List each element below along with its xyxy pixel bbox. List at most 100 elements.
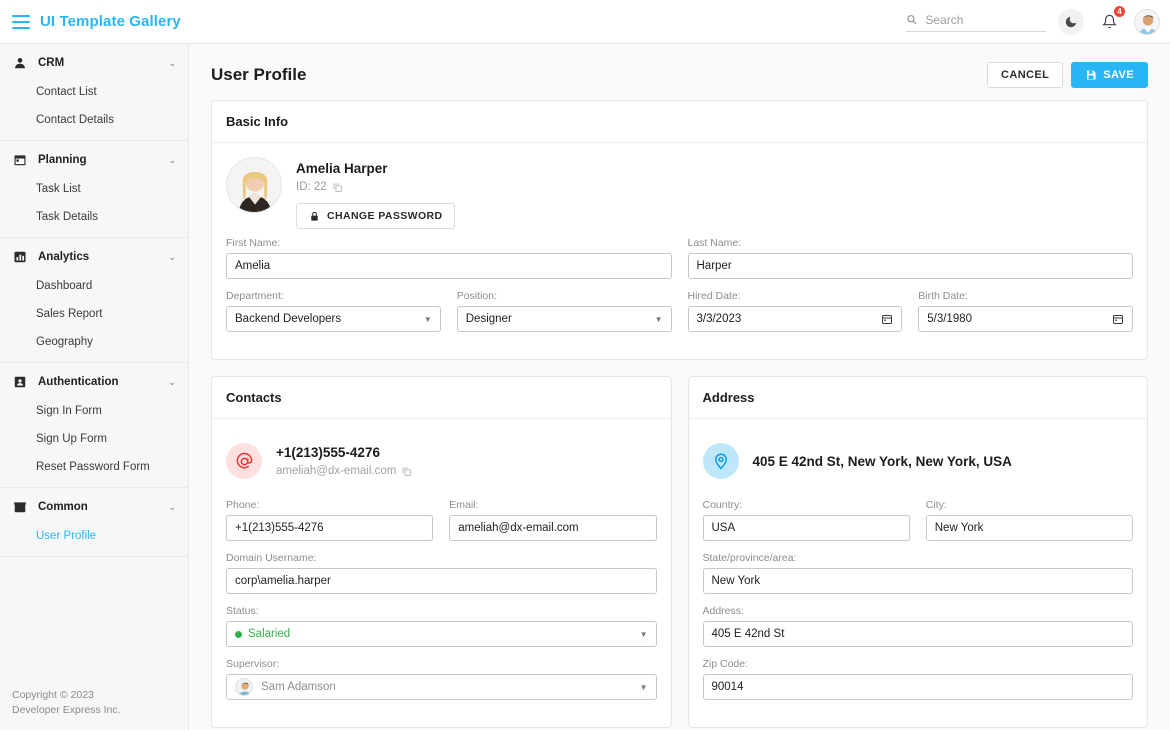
address-line-input[interactable]: 405 E 42nd St bbox=[703, 621, 1134, 647]
sidebar-item-task-list[interactable]: Task List bbox=[0, 175, 188, 203]
supervisor-field: Supervisor: bbox=[226, 658, 657, 700]
calendar-icon[interactable] bbox=[881, 313, 893, 325]
last-name-input[interactable]: Harper bbox=[688, 253, 1134, 279]
sidebar-item-geography[interactable]: Geography bbox=[0, 328, 188, 356]
zip-field: Zip Code: 90014 bbox=[703, 658, 1134, 700]
domain-username-field: Domain Username: corp\amelia.harper bbox=[226, 552, 657, 594]
sidebar-group-common: Common⌄User Profile bbox=[0, 488, 188, 557]
save-button[interactable]: SAVE bbox=[1071, 62, 1148, 88]
change-password-label: CHANGE PASSWORD bbox=[327, 210, 442, 222]
sidebar-group-authentication: Authentication⌄Sign In FormSign Up FormR… bbox=[0, 363, 188, 488]
sidebar-group-label: Authentication bbox=[38, 376, 168, 388]
sidebar-item-sales-report[interactable]: Sales Report bbox=[0, 300, 188, 328]
header-avatar[interactable] bbox=[1134, 9, 1160, 35]
calendar-icon[interactable] bbox=[1112, 313, 1124, 325]
change-password-button[interactable]: CHANGE PASSWORD bbox=[296, 203, 455, 229]
supervisor-select[interactable]: Sam Adamson ▼ bbox=[226, 674, 657, 700]
copyright-line-2: Developer Express Inc. bbox=[12, 703, 121, 718]
bar-chart-icon bbox=[12, 249, 28, 265]
position-select[interactable]: Designer ▼ bbox=[457, 306, 672, 332]
address-body: 405 E 42nd St, New York, New York, USA C… bbox=[689, 419, 1148, 727]
sidebar-item-contact-list[interactable]: Contact List bbox=[0, 78, 188, 106]
chevron-down-icon: ▼ bbox=[655, 315, 663, 324]
bottom-cards-row: Contacts +1(213)555-4276 amelia bbox=[211, 376, 1148, 730]
birth-date-field: Birth Date: 5/3/1980 bbox=[918, 290, 1133, 332]
profile-name: Amelia Harper bbox=[296, 161, 455, 176]
hired-date-input[interactable]: 3/3/2023 bbox=[688, 306, 903, 332]
cards-container: Basic Info Amelia Harp bbox=[189, 100, 1170, 730]
floppy-disk-icon bbox=[1085, 69, 1097, 81]
search-box[interactable] bbox=[906, 12, 1046, 32]
header-actions: 4 bbox=[906, 9, 1170, 35]
calendar-icon bbox=[12, 152, 28, 168]
chevron-down-icon[interactable]: ⌄ bbox=[168, 377, 176, 388]
notifications-button[interactable]: 4 bbox=[1096, 9, 1122, 35]
sidebar-group-planning: Planning⌄Task ListTask Details bbox=[0, 141, 188, 238]
sidebar-item-sign-in-form[interactable]: Sign In Form bbox=[0, 397, 188, 425]
basic-info-card: Basic Info Amelia Harp bbox=[211, 100, 1148, 360]
basic-info-body: Amelia Harper ID: 22 bbox=[212, 143, 1147, 359]
phone-label: Phone: bbox=[226, 499, 433, 511]
sidebar-item-dashboard[interactable]: Dashboard bbox=[0, 272, 188, 300]
phone-input[interactable]: +1(213)555-4276 bbox=[226, 515, 433, 541]
department-select[interactable]: Backend Developers ▼ bbox=[226, 306, 441, 332]
copy-icon[interactable] bbox=[332, 182, 343, 193]
domain-username-label: Domain Username: bbox=[226, 552, 657, 564]
department-field: Department: Backend Developers ▼ bbox=[226, 290, 441, 332]
copy-icon[interactable] bbox=[401, 466, 412, 477]
search-input[interactable] bbox=[923, 12, 1046, 28]
first-name-input[interactable]: Amelia bbox=[226, 253, 672, 279]
cancel-button[interactable]: CANCEL bbox=[987, 62, 1063, 88]
search-icon bbox=[906, 13, 917, 26]
country-input[interactable]: USA bbox=[703, 515, 910, 541]
box-icon bbox=[12, 499, 28, 515]
country-label: Country: bbox=[703, 499, 910, 511]
sidebar-item-task-details[interactable]: Task Details bbox=[0, 203, 188, 231]
chevron-down-icon[interactable]: ⌄ bbox=[168, 155, 176, 166]
job-fields-row: Department: Backend Developers ▼ Positio… bbox=[226, 290, 1133, 343]
first-name-label: First Name: bbox=[226, 237, 672, 249]
avatar-image bbox=[1135, 10, 1160, 35]
hamburger-icon[interactable] bbox=[12, 15, 30, 29]
status-select[interactable]: Salaried ▼ bbox=[226, 621, 657, 647]
hired-date-field: Hired Date: 3/3/2023 bbox=[688, 290, 903, 332]
identity-text: Amelia Harper ID: 22 bbox=[296, 157, 455, 229]
lock-icon bbox=[309, 211, 320, 222]
sidebar-group-header-authentication[interactable]: Authentication⌄ bbox=[0, 367, 188, 397]
zip-input[interactable]: 90014 bbox=[703, 674, 1134, 700]
chevron-down-icon: ▼ bbox=[640, 630, 648, 639]
profile-avatar-image bbox=[227, 158, 282, 213]
map-pin-icon bbox=[712, 452, 730, 470]
sidebar-group-header-common[interactable]: Common⌄ bbox=[0, 492, 188, 522]
dark-mode-toggle[interactable] bbox=[1058, 9, 1084, 35]
sidebar-item-user-profile[interactable]: User Profile bbox=[0, 522, 188, 550]
profile-avatar[interactable] bbox=[226, 157, 282, 213]
email-input[interactable]: ameliah@dx-email.com bbox=[449, 515, 656, 541]
hired-date-value: 3/3/2023 bbox=[697, 313, 742, 325]
sidebar-item-reset-password-form[interactable]: Reset Password Form bbox=[0, 453, 188, 481]
sidebar-item-contact-details[interactable]: Contact Details bbox=[0, 106, 188, 134]
birth-date-input[interactable]: 5/3/1980 bbox=[918, 306, 1133, 332]
chevron-down-icon[interactable]: ⌄ bbox=[168, 58, 176, 69]
profile-id-text: ID: 22 bbox=[296, 181, 327, 193]
contacts-body: +1(213)555-4276 ameliah@dx-email.com bbox=[212, 419, 671, 727]
sidebar-item-sign-up-form[interactable]: Sign Up Form bbox=[0, 425, 188, 453]
sidebar-group-header-planning[interactable]: Planning⌄ bbox=[0, 145, 188, 175]
domain-username-input[interactable]: corp\amelia.harper bbox=[226, 568, 657, 594]
copyright-line-1: Copyright © 2023 bbox=[12, 688, 121, 703]
city-input[interactable]: New York bbox=[926, 515, 1133, 541]
save-button-label: SAVE bbox=[1103, 69, 1134, 81]
sidebar-group-header-analytics[interactable]: Analytics⌄ bbox=[0, 242, 188, 272]
moon-icon bbox=[1064, 15, 1078, 29]
chevron-down-icon[interactable]: ⌄ bbox=[168, 502, 176, 513]
email-field: Email: ameliah@dx-email.com bbox=[449, 499, 656, 541]
sidebar: CRM⌄Contact ListContact Details Planning⌄… bbox=[0, 44, 189, 730]
sidebar-group-header-crm[interactable]: CRM⌄ bbox=[0, 48, 188, 78]
hired-date-label: Hired Date: bbox=[688, 290, 903, 302]
identity-block: Amelia Harper ID: 22 bbox=[226, 157, 1133, 229]
birth-date-value: 5/3/1980 bbox=[927, 313, 972, 325]
state-input[interactable]: New York bbox=[703, 568, 1134, 594]
country-field: Country: USA bbox=[703, 499, 910, 541]
phone-field: Phone: +1(213)555-4276 bbox=[226, 499, 433, 541]
chevron-down-icon[interactable]: ⌄ bbox=[168, 252, 176, 263]
